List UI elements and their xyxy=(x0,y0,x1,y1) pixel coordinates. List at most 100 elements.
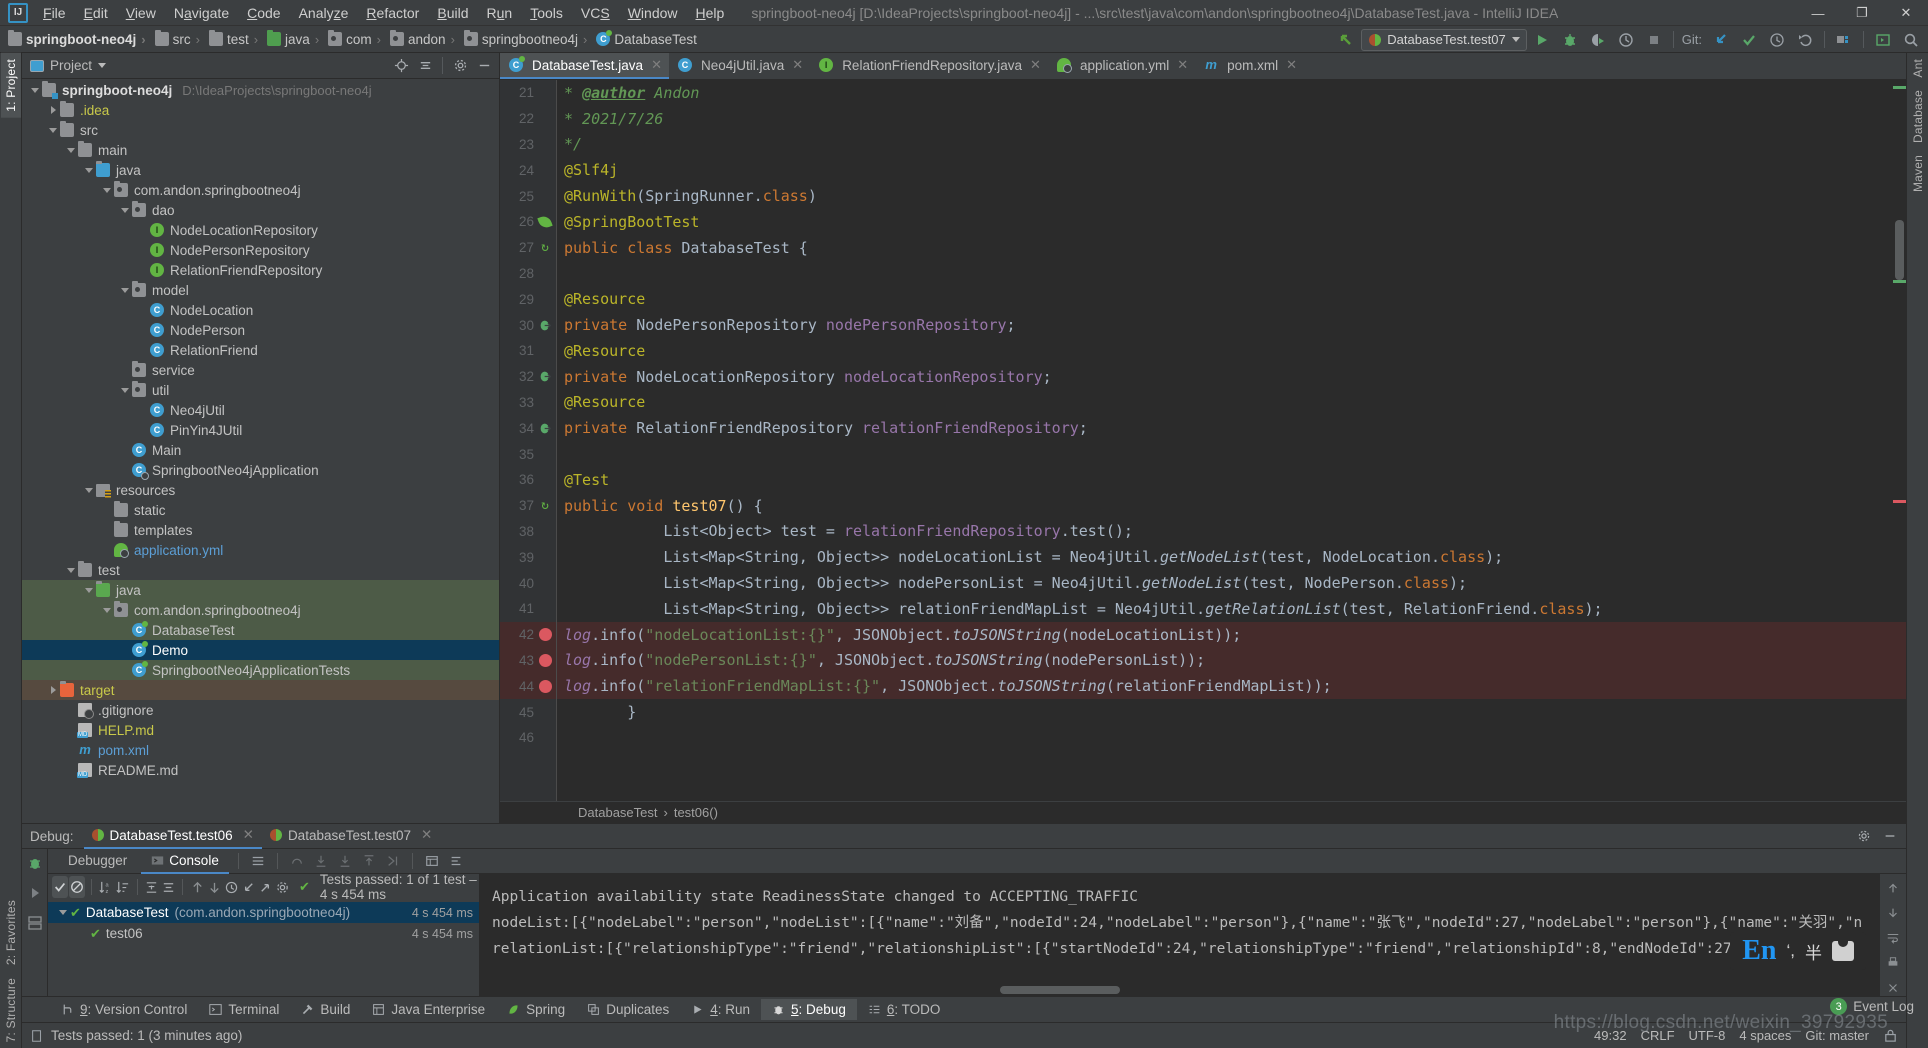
import-tests-icon[interactable] xyxy=(240,876,256,898)
code-line-43[interactable]: log .info("nodePersonList:{}", JSONObject… xyxy=(556,647,1906,674)
back-to-editor-icon[interactable] xyxy=(1333,28,1359,52)
next-failed-icon[interactable] xyxy=(206,876,222,898)
code-line-23[interactable]: */ xyxy=(556,132,1906,158)
breadcrumb-method[interactable]: test06() xyxy=(674,805,718,820)
sidebar-item-structure[interactable]: 7: Structure xyxy=(1,972,21,1048)
close-icon[interactable]: ✕ xyxy=(651,57,662,73)
debug-tab-test06[interactable]: DatabaseTest.test06 ✕ xyxy=(83,824,262,849)
project-structure-button[interactable] xyxy=(1831,28,1857,52)
editor-tab-pom-xml[interactable]: m pom.xml ✕ xyxy=(1195,53,1305,79)
tree-node-readme-md[interactable]: README.md xyxy=(22,760,499,780)
scrollbar-thumb[interactable] xyxy=(1895,220,1904,280)
tree-node-relationfriendrepository[interactable]: I RelationFriendRepository xyxy=(22,260,499,280)
tree-node-pom-xml[interactable]: m pom.xml xyxy=(22,740,499,760)
code-line-25[interactable]: @RunWith (SpringRunner. class) xyxy=(556,183,1906,209)
breakpoint-icon[interactable] xyxy=(534,628,556,642)
git-update-button[interactable] xyxy=(1708,28,1734,52)
profile-button[interactable] xyxy=(1613,28,1639,52)
tree-node-main[interactable]: C Main xyxy=(22,440,499,460)
gutter-line-31[interactable]: 31 xyxy=(500,338,556,364)
tree-node-com-andon-springbootneo4j[interactable]: com.andon.springbootneo4j xyxy=(22,180,499,200)
tree-node-com-andon-springbootneo4j[interactable]: com.andon.springbootneo4j xyxy=(22,600,499,620)
step-out-icon[interactable] xyxy=(359,851,379,871)
code-line-36[interactable]: @Test xyxy=(556,467,1906,493)
hide-icon[interactable] xyxy=(473,55,495,77)
tree-node-nodepersonrepository[interactable]: I NodePersonRepository xyxy=(22,240,499,260)
tree-node-static[interactable]: static xyxy=(22,500,499,520)
gutter-line-28[interactable]: 28 xyxy=(500,261,556,287)
maximize-button[interactable]: ❐ xyxy=(1840,0,1884,26)
run-test-gutter-icon[interactable]: ↻ xyxy=(534,499,556,512)
editor-breadcrumbs[interactable]: DatabaseTest › test06() xyxy=(500,801,1906,823)
close-button[interactable]: ✕ xyxy=(1884,0,1928,26)
code-line-21[interactable]: * @author Andon xyxy=(556,80,1906,106)
tree-node-springboot-neo4j[interactable]: springboot-neo4j D:\IdeaProjects\springbo… xyxy=(22,80,499,100)
editor-gutter[interactable]: 21 22 23 24 25 26 27 ↻ 28 29 30 31 32 33 34 35 36 37 ↻ 38 39… xyxy=(500,80,556,801)
gutter-line-45[interactable]: 45 xyxy=(500,699,556,725)
menu-window[interactable]: Window xyxy=(619,2,687,24)
close-icon[interactable]: ✕ xyxy=(1177,57,1188,73)
toolwindow-5-debug[interactable]: 5: Debug xyxy=(761,999,857,1020)
breakpoint-icon[interactable] xyxy=(534,653,556,667)
crumb-databasetest[interactable]: C DatabaseTest xyxy=(592,30,699,48)
toolwindow-6-todo[interactable]: 6: TODO xyxy=(857,999,952,1020)
close-icon[interactable]: ✕ xyxy=(421,827,432,843)
sidebar-item-ant[interactable]: Ant xyxy=(1908,53,1928,84)
crumb-src[interactable]: src › xyxy=(151,30,205,48)
autowired-bean-icon[interactable] xyxy=(534,319,556,332)
gutter-line-41[interactable]: 41 xyxy=(500,596,556,622)
resume-program-icon[interactable] xyxy=(25,883,45,903)
tree-node-resources[interactable]: resources xyxy=(22,480,499,500)
project-tree[interactable]: springboot-neo4j D:\IdeaProjects\springbo… xyxy=(22,79,499,823)
tree-node-nodelocation[interactable]: C NodeLocation xyxy=(22,300,499,320)
gutter-line-36[interactable]: 36 xyxy=(500,467,556,493)
clear-all-icon[interactable] xyxy=(1883,981,1903,996)
shirt-icon[interactable] xyxy=(1832,941,1854,961)
soft-wrap-icon[interactable] xyxy=(1883,930,1903,945)
git-commit-button[interactable] xyxy=(1736,28,1762,52)
toolwindow-4-run[interactable]: 4: Run xyxy=(680,999,761,1020)
sidebar-item-maven[interactable]: Maven xyxy=(1908,149,1928,198)
tree-node-dao[interactable]: dao xyxy=(22,200,499,220)
scrollbar-thumb[interactable] xyxy=(1000,986,1120,994)
project-title-group[interactable]: Project xyxy=(30,58,107,73)
toolwindow-terminal[interactable]: Terminal xyxy=(198,999,290,1020)
toolwindow-spring[interactable]: Spring xyxy=(496,999,576,1020)
tree-node-nodeperson[interactable]: C NodePerson xyxy=(22,320,499,340)
code-line-41[interactable]: List<Map<String, Object>> relationFriend… xyxy=(556,596,1906,622)
code-line-35[interactable] xyxy=(556,441,1906,467)
tree-node-main[interactable]: main xyxy=(22,140,499,160)
code-line-33[interactable]: @Resource xyxy=(556,390,1906,416)
crumb-module[interactable]: springboot-neo4j › xyxy=(4,30,151,48)
crumb-springbootneo4j[interactable]: springbootneo4j › xyxy=(460,30,592,48)
settings-icon[interactable] xyxy=(446,851,466,871)
menu-vcs[interactable]: VCS xyxy=(572,2,619,24)
code-line-45[interactable]: } xyxy=(556,699,1906,725)
code-line-40[interactable]: List<Map<String, Object>> nodePersonList… xyxy=(556,570,1906,596)
gutter-line-29[interactable]: 29 xyxy=(500,286,556,312)
close-icon[interactable]: ✕ xyxy=(243,827,254,843)
status-message[interactable]: Tests passed: 1 (3 minutes ago) xyxy=(51,1028,242,1043)
settings-gear-icon[interactable] xyxy=(449,55,471,77)
tree-node-test[interactable]: test xyxy=(22,560,499,580)
code-line-28[interactable] xyxy=(556,261,1906,287)
tree-node-neo4jutil[interactable]: C Neo4jUtil xyxy=(22,400,499,420)
tree-node-java[interactable]: java xyxy=(22,160,499,180)
gutter-line-25[interactable]: 25 xyxy=(500,183,556,209)
toolwindow-9-version-control[interactable]: 9: Version Control xyxy=(50,999,198,1020)
tree-node-model[interactable]: model xyxy=(22,280,499,300)
step-into-icon[interactable] xyxy=(311,851,331,871)
gutter-line-44[interactable]: 44 xyxy=(500,673,556,700)
code-line-42[interactable]: log .info("nodeLocationList:{}", JSONObje… xyxy=(556,621,1906,648)
tree-node-application-yml[interactable]: application.yml xyxy=(22,540,499,560)
code-line-39[interactable]: List<Map<String, Object>> nodeLocationLi… xyxy=(556,544,1906,570)
tree-node-springbootneo4japplication[interactable]: C SpringbootNeo4jApplication xyxy=(22,460,499,480)
sidebar-item-database[interactable]: Database xyxy=(1908,84,1928,149)
tab-debugger[interactable]: Debugger xyxy=(58,849,137,874)
gutter-line-38[interactable]: 38 xyxy=(500,519,556,545)
locate-file-icon[interactable] xyxy=(390,55,412,77)
menu-code[interactable]: Code xyxy=(238,2,289,24)
editor-vertical-scrollbar[interactable] xyxy=(1893,80,1906,801)
gutter-line-33[interactable]: 33 xyxy=(500,390,556,416)
sort-alphabetically-icon[interactable]: az xyxy=(98,876,114,898)
